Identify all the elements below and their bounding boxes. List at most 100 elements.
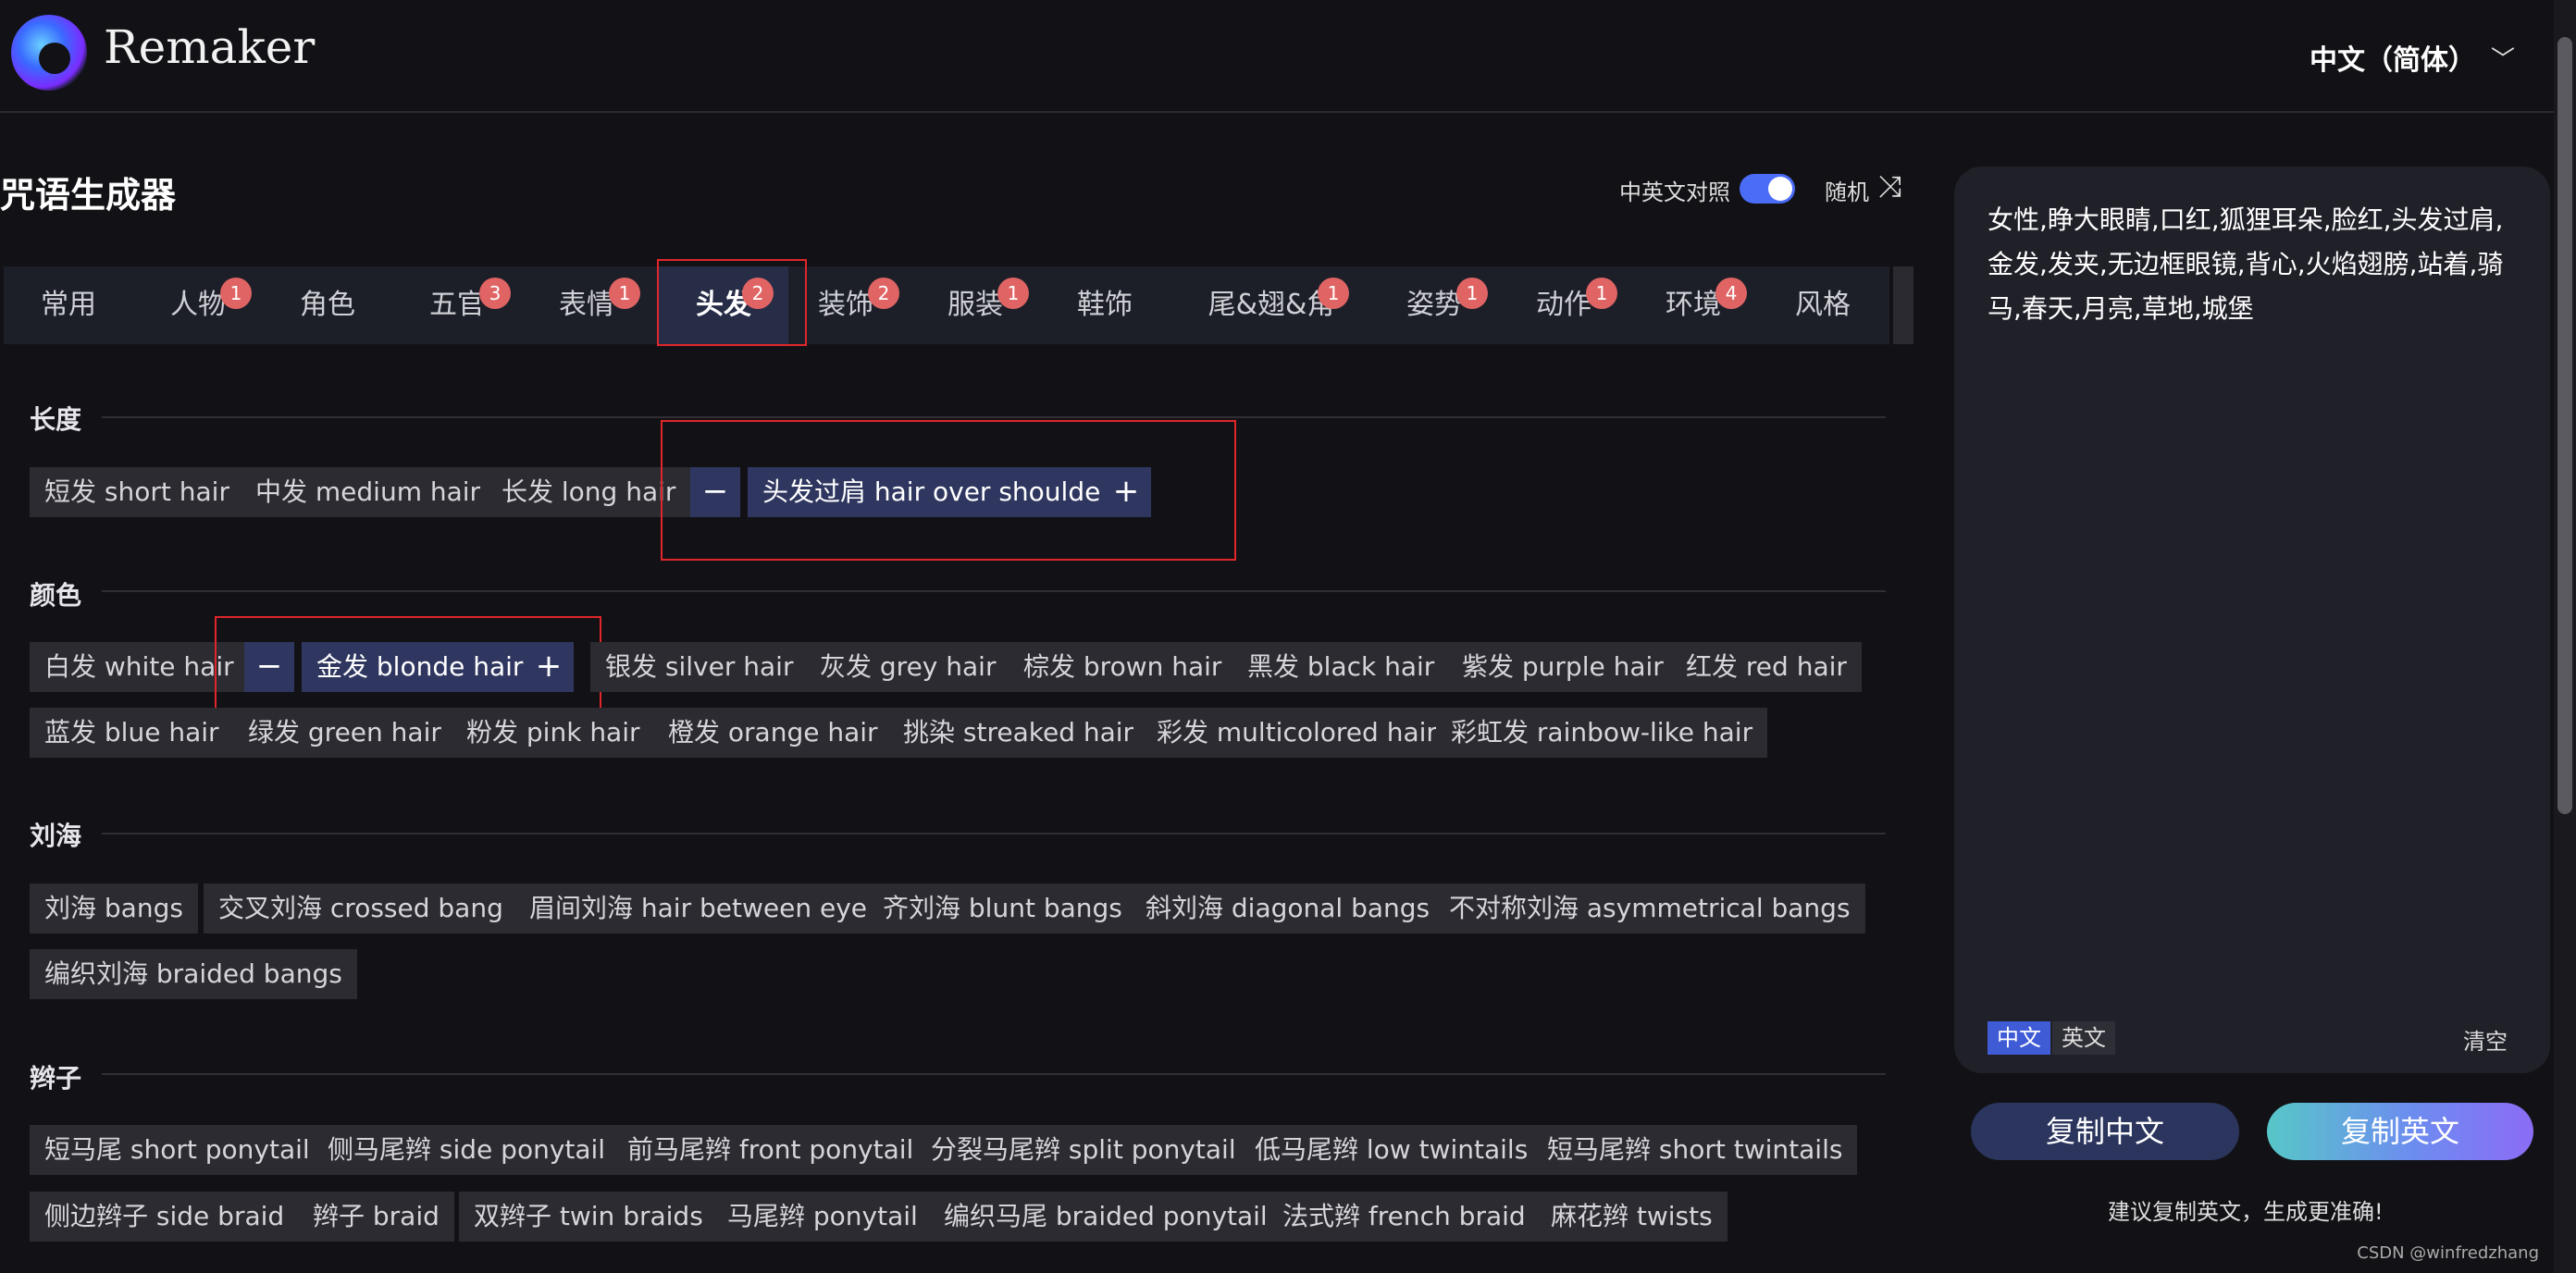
page-scrollbar[interactable] <box>2554 0 2576 1273</box>
chip-twists[interactable]: 麻花辫 twists <box>1536 1192 1728 1242</box>
tab-role[interactable]: 角色 <box>270 266 385 344</box>
chip-streaked-hair[interactable]: 挑染 streaked hair <box>888 708 1149 758</box>
chip-diagonal-bangs[interactable]: 斜刘海 diagonal bangs <box>1131 884 1445 933</box>
tab-hair[interactable]: 头发 2 <box>659 266 788 344</box>
chip-white-hair[interactable]: 白发 white hair <box>30 642 249 692</box>
tab-label: 尾&翅&角 <box>1208 289 1335 321</box>
section-divider <box>102 416 1886 418</box>
section-divider <box>102 1073 1886 1075</box>
count-badge: 4 <box>1715 278 1747 309</box>
remaker-logo-icon[interactable] <box>11 15 87 91</box>
tab-common[interactable]: 常用 <box>11 266 126 344</box>
copy-tip: 建议复制英文，生成更准确! <box>2108 1199 2384 1225</box>
chip-side-ponytail[interactable]: 侧马尾辫 side ponytail <box>313 1125 621 1175</box>
bilingual-toggle[interactable] <box>1740 174 1795 204</box>
chip-grey-hair[interactable]: 灰发 grey hair <box>805 642 1011 692</box>
tab-tail-wing-horn[interactable]: 尾&翅&角 1 <box>1179 266 1364 344</box>
chip-medium-hair[interactable]: 中发 medium hair <box>241 467 496 517</box>
top-bar: Remaker 中文（简体） ﹀ <box>0 0 2554 113</box>
tab-pose[interactable]: 姿势 1 <box>1377 266 1492 344</box>
tab-label: 表情 <box>559 289 614 321</box>
chevron-down-icon[interactable]: ﹀ <box>2491 41 2515 75</box>
tab-accessories[interactable]: 装饰 2 <box>788 266 903 344</box>
tab-style[interactable]: 风格 <box>1765 266 1880 344</box>
chip-blonde-hair[interactable]: 金发 blonde hair <box>302 642 539 692</box>
chip-blue-hair[interactable]: 蓝发 blue hair <box>30 708 234 758</box>
tab-label: 人物 <box>170 289 226 321</box>
chip-multicolored-hair[interactable]: 彩发 multicolored hair <box>1142 708 1452 758</box>
prompt-output[interactable]: 女性,睁大眼睛,口红,狐狸耳朵,脸红,头发过肩,金发,发夹,无边框眼镜,背心,火… <box>1988 198 2515 331</box>
chip-side-braid[interactable]: 侧边辫子 side braid <box>30 1192 300 1242</box>
chip-purple-hair[interactable]: 紫发 purple hair <box>1447 642 1678 692</box>
tab-environment[interactable]: 环境 4 <box>1636 266 1751 344</box>
page-title: 咒语生成器 <box>0 175 177 216</box>
chip-braided-bangs[interactable]: 编织刘海 braided bangs <box>30 949 357 999</box>
count-badge: 2 <box>868 278 899 309</box>
copy-chinese-button[interactable]: 复制中文 <box>1971 1103 2239 1160</box>
chip-braided-ponytail[interactable]: 编织马尾 braided ponytail <box>929 1192 1282 1242</box>
tab-label: 姿势 <box>1406 289 1462 321</box>
scrollbar-thumb[interactable] <box>2557 37 2572 814</box>
tab-expression[interactable]: 表情 1 <box>529 266 644 344</box>
watermark: CSDN @winfredzhang <box>2357 1243 2539 1263</box>
chip-short-hair[interactable]: 短发 short hair <box>30 467 244 517</box>
random-button[interactable]: 随机 <box>1825 174 1869 206</box>
chip-french-braid[interactable]: 法式辫 french braid <box>1268 1192 1541 1242</box>
tab-english[interactable]: 英文 <box>2052 1021 2115 1055</box>
toggle-knob <box>1768 177 1792 201</box>
section-title-bangs: 刘海 <box>30 821 82 851</box>
increase-button[interactable]: + <box>524 642 574 692</box>
clear-button[interactable]: 清空 <box>2463 1023 2508 1056</box>
tab-label: 动作 <box>1536 289 1591 321</box>
tab-shoes[interactable]: 鞋饰 <box>1047 266 1162 344</box>
chip-orange-hair[interactable]: 橙发 orange hair <box>653 708 893 758</box>
tab-facial-features[interactable]: 五官 3 <box>400 266 514 344</box>
chip-green-hair[interactable]: 绿发 green hair <box>233 708 456 758</box>
chip-brown-hair[interactable]: 棕发 brown hair <box>1009 642 1237 692</box>
chip-long-hair[interactable]: 长发 long hair <box>487 467 691 517</box>
chip-blunt-bangs[interactable]: 齐刘海 blunt bangs <box>868 884 1137 933</box>
content-scrollbar[interactable] <box>1893 266 1913 344</box>
chip-bangs[interactable]: 刘海 bangs <box>30 884 198 933</box>
chip-low-twintails[interactable]: 低马尾辫 low twintails <box>1240 1125 1543 1175</box>
chip-hair-between-eye[interactable]: 眉间刘海 hair between eye <box>514 884 882 933</box>
count-badge: 3 <box>479 278 511 309</box>
tab-clothing[interactable]: 服装 1 <box>918 266 1033 344</box>
tab-label: 环境 <box>1666 289 1721 321</box>
decrease-button[interactable]: − <box>244 642 294 692</box>
tab-person[interactable]: 人物 1 <box>141 266 255 344</box>
count-badge: 1 <box>997 278 1029 309</box>
chip-red-hair[interactable]: 红发 red hair <box>1671 642 1862 692</box>
chip-asymmetrical-bangs[interactable]: 不对称刘海 asymmetrical bangs <box>1434 884 1865 933</box>
tab-action[interactable]: 动作 1 <box>1506 266 1621 344</box>
chip-hair-over-shoulder[interactable]: 头发过肩 hair over shoulder <box>748 467 1126 517</box>
chip-short-twintails[interactable]: 短马尾辫 short twintails <box>1532 1125 1858 1175</box>
chip-braid[interactable]: 辫子 braid <box>298 1192 454 1242</box>
chip-crossed-bang[interactable]: 交叉刘海 crossed bang <box>204 884 518 933</box>
tab-label: 鞋饰 <box>1077 289 1133 321</box>
chip-pink-hair[interactable]: 粉发 pink hair <box>452 708 655 758</box>
chip-twin-braids[interactable]: 双辫子 twin braids <box>459 1192 718 1242</box>
section-title-color: 颜色 <box>30 580 82 611</box>
chip-front-ponytail[interactable]: 前马尾辫 front ponytail <box>613 1125 929 1175</box>
chip-split-ponytail[interactable]: 分裂马尾辫 split ponytail <box>916 1125 1251 1175</box>
language-selector[interactable]: 中文（简体） <box>2310 37 2476 78</box>
chip-ponytail[interactable]: 马尾辫 ponytail <box>712 1192 933 1242</box>
increase-button[interactable]: + <box>1101 467 1151 517</box>
tab-label: 五官 <box>429 289 485 321</box>
chip-rainbow-hair[interactable]: 彩虹发 rainbow-like hair <box>1436 708 1768 758</box>
copy-english-button[interactable]: 复制英文 <box>2267 1103 2533 1160</box>
count-badge: 1 <box>1318 278 1349 309</box>
chip-black-hair[interactable]: 黑发 black hair <box>1232 642 1450 692</box>
decrease-button[interactable]: − <box>690 467 740 517</box>
count-badge: 1 <box>1456 278 1488 309</box>
tab-chinese[interactable]: 中文 <box>1988 1021 2050 1055</box>
chip-short-ponytail[interactable]: 短马尾 short ponytail <box>30 1125 325 1175</box>
tab-label: 风格 <box>1795 289 1851 321</box>
section-divider <box>102 590 1886 592</box>
brand-name[interactable]: Remaker <box>104 20 315 74</box>
section-title-length: 长度 <box>30 404 82 435</box>
chip-silver-hair[interactable]: 银发 silver hair <box>590 642 809 692</box>
shuffle-icon[interactable]: ⤨ <box>1878 168 1902 204</box>
bilingual-label: 中英文对照 <box>1619 179 1730 205</box>
